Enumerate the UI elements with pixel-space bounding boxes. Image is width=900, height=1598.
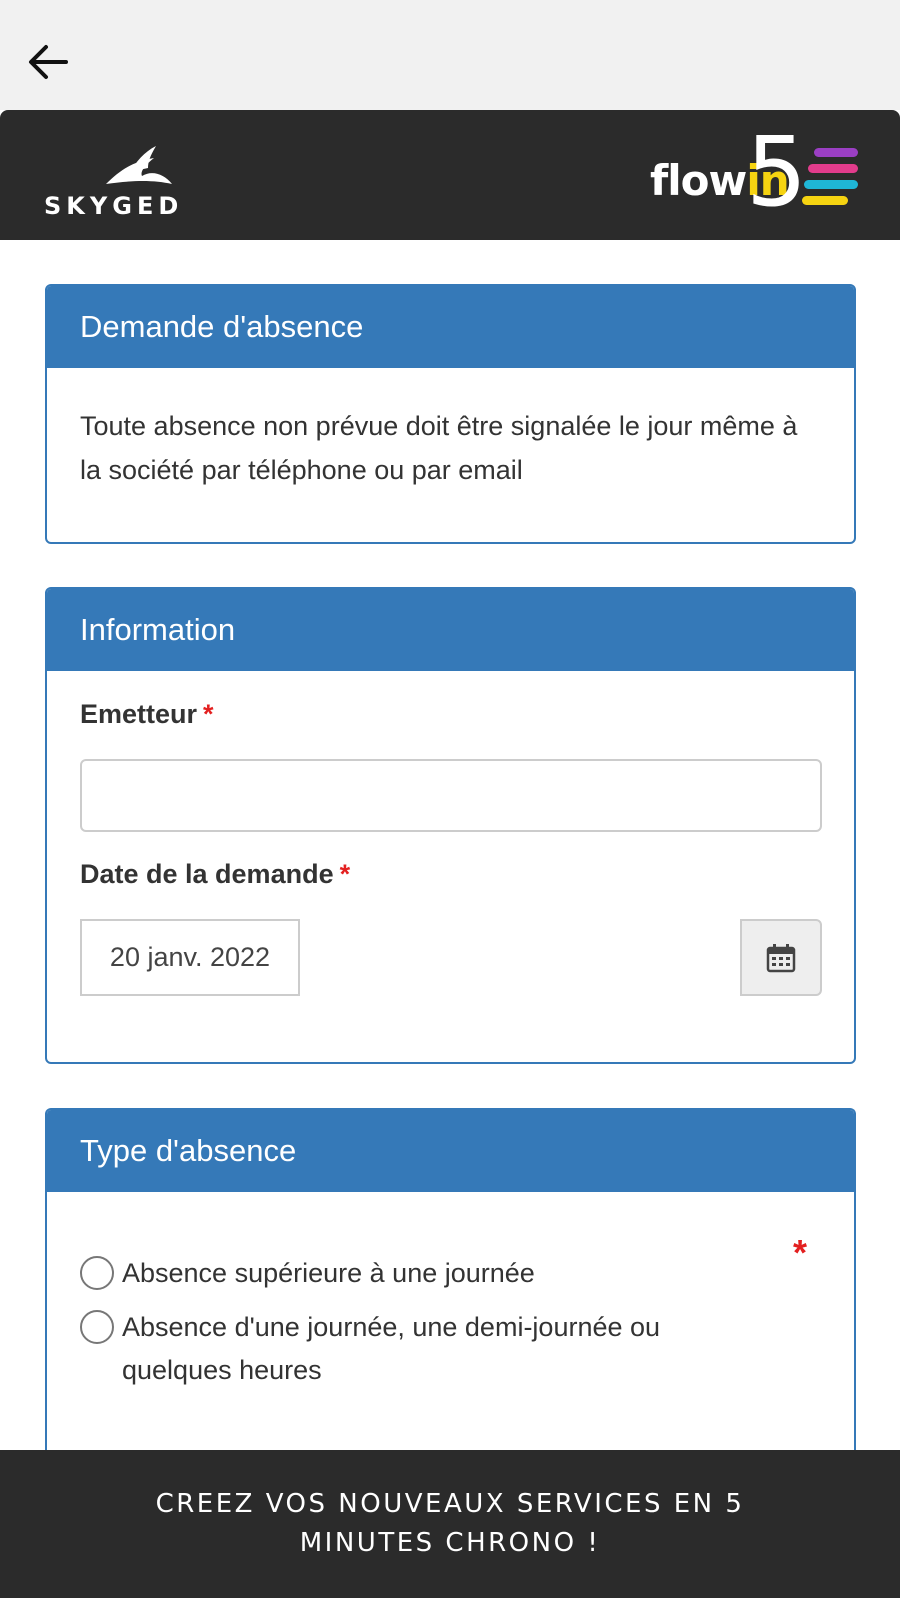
absence-notice-text: Toute absence non prévue doit être signa… — [80, 411, 798, 485]
request-date-label: Date de la demande * — [80, 859, 350, 890]
brand-header: SKYGED flowin 5 — [0, 110, 900, 240]
absence-request-panel: Demande d'absence Toute absence non prév… — [45, 284, 856, 544]
information-panel: Information Emetteur * Date de la demande… — [45, 587, 856, 1064]
flowin-prefix: flow — [650, 156, 747, 205]
flowin-five: 5 — [746, 116, 808, 228]
arrow-left-icon — [29, 45, 68, 79]
request-date-label-text: Date de la demande — [80, 859, 334, 889]
absence-type-panel: Type d'absence * Absence supérieure à un… — [45, 1108, 856, 1468]
emitter-label: Emetteur * — [80, 699, 214, 730]
required-asterisk: * — [339, 859, 351, 889]
panel-title: Demande d'absence — [47, 286, 854, 368]
skyged-wordmark: SKYGED — [44, 192, 184, 220]
top-navigation-bar — [0, 0, 900, 110]
radio-button[interactable] — [80, 1310, 114, 1344]
required-asterisk: * — [203, 699, 214, 729]
radio-option-multi-day[interactable]: Absence supérieure à une journée — [80, 1252, 760, 1295]
panel-title: Type d'absence — [47, 1110, 854, 1192]
bird-icon — [106, 146, 172, 184]
emitter-input[interactable] — [80, 759, 822, 832]
radio-option-label: Absence supérieure à une journée — [122, 1258, 535, 1288]
radio-option-single-day[interactable]: Absence d'une journée, une demi-journée … — [80, 1306, 760, 1392]
radio-button[interactable] — [80, 1256, 114, 1290]
promo-footer: CREEZ VOS NOUVEAUX SERVICES EN 5 MINUTES… — [0, 1450, 900, 1598]
color-stripes-icon — [802, 148, 858, 205]
calendar-button[interactable] — [740, 919, 822, 996]
flowin5-logo: flowin 5 — [650, 124, 870, 228]
emitter-label-text: Emetteur — [80, 699, 198, 729]
back-button[interactable] — [22, 36, 74, 88]
request-date-field[interactable]: 20 janv. 2022 — [80, 919, 300, 996]
required-asterisk: * — [793, 1232, 808, 1273]
radio-option-label: Absence d'une journée, une demi-journée … — [122, 1312, 661, 1385]
skyged-logo: SKYGED — [44, 140, 214, 220]
panel-title: Information — [47, 589, 854, 671]
calendar-icon — [766, 943, 796, 972]
